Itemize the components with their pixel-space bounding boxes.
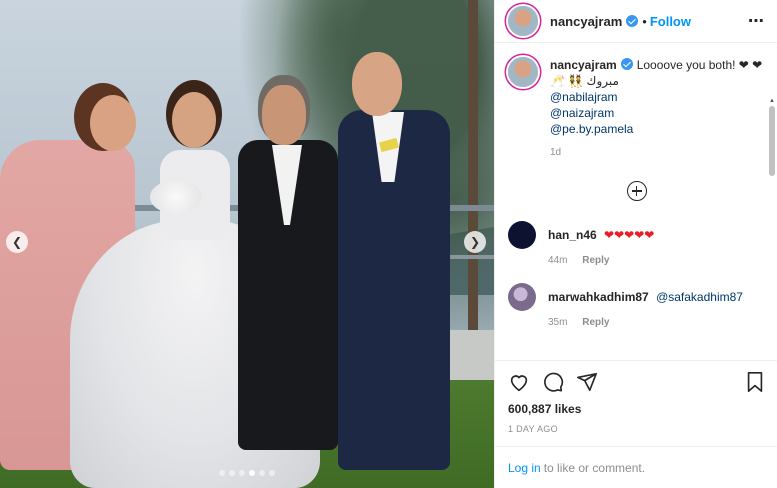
verified-badge-icon [620,58,633,70]
login-link[interactable]: Log in [508,461,541,475]
follow-button[interactable]: Follow [650,14,691,29]
carousel-dots [0,470,494,476]
comment-age: 44m [548,255,568,266]
post-header: nancyajram • Follow ⋯ [495,0,777,43]
caption: nancyajram Loooove you both! ❤ ❤ مبروك 👯 … [508,57,765,161]
reply-button[interactable]: Reply [582,255,609,266]
comment-username[interactable]: han_n46 [548,228,597,242]
load-more-comments-icon[interactable] [626,181,647,201]
mention-link[interactable]: @nabilajram [550,89,762,105]
load-more-comments [508,181,765,201]
avatar[interactable] [508,221,536,249]
carousel-dot [229,470,235,476]
avatar[interactable] [508,6,538,36]
caption-body: nancyajram Loooove you both! ❤ ❤ مبروك 👯 … [550,57,762,161]
comments-list[interactable]: nancyajram Loooove you both! ❤ ❤ مبروك 👯 … [495,43,777,360]
login-prompt-text: to like or comment. [543,460,646,475]
groom-head [262,85,306,145]
carousel-dot [259,470,265,476]
post-time[interactable]: 1 DAY AGO [508,424,765,434]
caption-meta: 1d [550,145,762,161]
post-side-panel: nancyajram • Follow ⋯ nancyajram Loooove … [494,0,777,488]
caption-age: 1d [550,147,562,158]
comment: marwahkadhim87 @safakadhim87 35m Reply [508,283,765,331]
comment-text: ❤❤❤❤❤ [604,228,655,242]
woman-pink-head [90,95,136,151]
carousel-prev-button[interactable]: ❮ [6,231,28,253]
comment-meta: 35m Reply [548,315,743,331]
carousel-dot [269,470,275,476]
mention-link[interactable]: @pe.by.pamela [550,121,762,137]
avatar[interactable] [508,57,538,87]
comment-body: marwahkadhim87 @safakadhim87 35m Reply [548,283,743,331]
actions-bar: 600,887 likes 1 DAY AGO [495,360,777,434]
instagram-post: ❮ ❯ nancyajram • Follow ⋯ nancyajram Loo… [0,0,777,488]
mention-link[interactable]: @safakadhim87 [656,290,743,304]
photo-tree-trunk [468,0,478,330]
mention-link[interactable]: @naizajram [550,105,762,121]
scroll-up-icon[interactable]: ▲ [769,98,775,104]
reply-button[interactable]: Reply [582,317,609,328]
header-separator: • [642,13,647,29]
caption-username[interactable]: nancyajram [550,58,617,72]
avatar[interactable] [508,283,536,311]
caption-text: Loooove you both! ❤ ❤ [636,58,763,72]
post-photo[interactable]: ❮ ❯ [0,0,494,488]
action-icons [508,369,765,395]
comments-scrollbar[interactable]: ▲ ▼ [769,98,775,360]
share-send-icon[interactable] [576,371,598,393]
comment-meta: 44m Reply [548,253,654,269]
scroll-thumb[interactable] [769,106,775,176]
comment-age: 35m [548,317,568,328]
login-prompt: Log in to like or comment. [495,446,777,488]
carousel-dot [239,470,245,476]
bride-head [172,92,216,148]
man-blue-head [352,52,402,116]
header-username[interactable]: nancyajram [550,14,622,29]
caption-arabic: مبروك 👯 🥂 [550,74,619,88]
comment-bubble-icon[interactable] [542,371,564,393]
like-heart-icon[interactable] [508,371,530,393]
carousel-dot-active [249,470,255,476]
bouquet [150,180,202,214]
carousel-dot [219,470,225,476]
likes-count[interactable]: 600,887 likes [508,402,765,416]
bookmark-icon[interactable] [745,371,765,393]
comment-username[interactable]: marwahkadhim87 [548,290,649,304]
carousel-next-button[interactable]: ❯ [464,231,486,253]
comment-body: han_n46 ❤❤❤❤❤ 44m Reply [548,221,654,269]
verified-badge-icon [626,15,639,27]
comment: han_n46 ❤❤❤❤❤ 44m Reply [508,221,765,269]
more-options-icon[interactable]: ⋯ [748,11,765,31]
